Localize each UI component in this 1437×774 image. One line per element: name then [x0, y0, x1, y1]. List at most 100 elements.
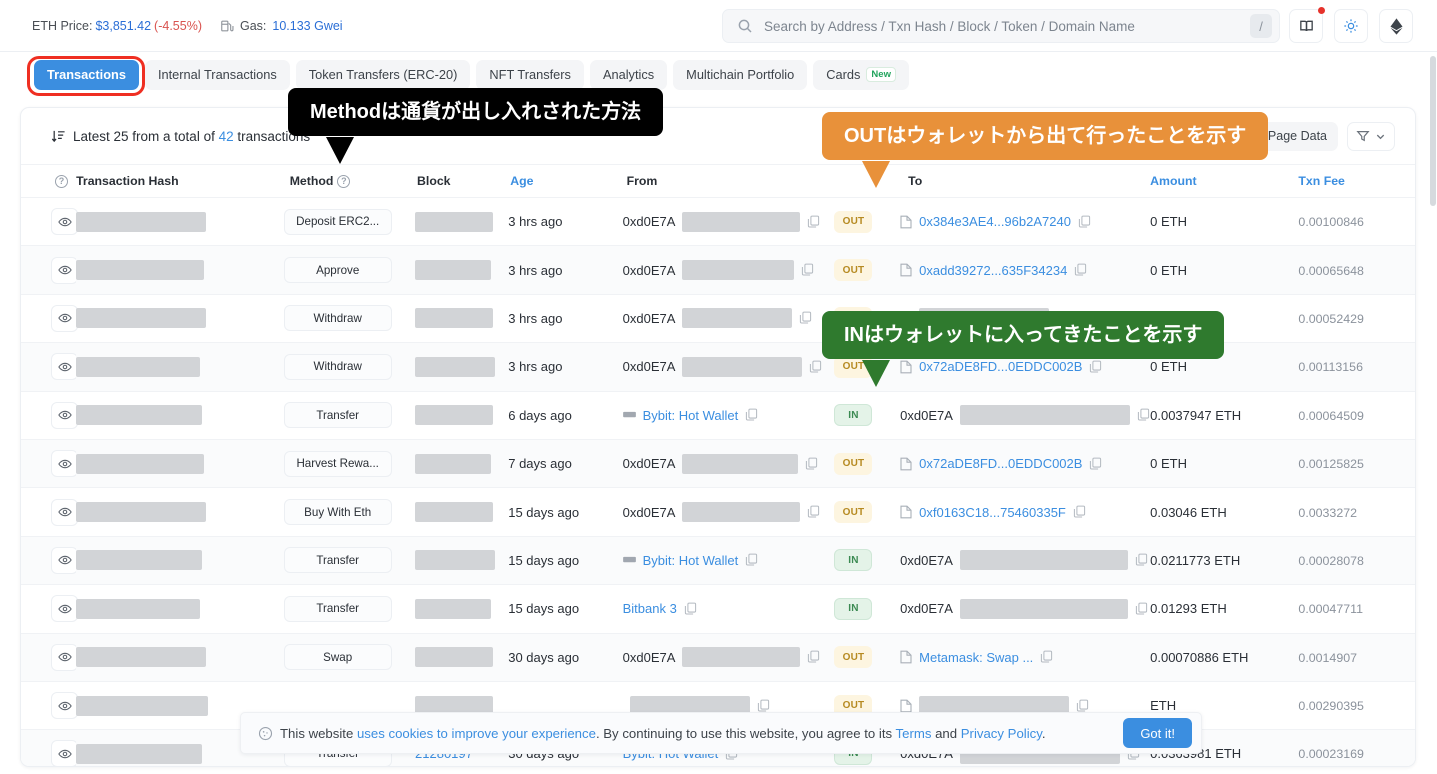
got-it-button[interactable]: Got it! [1123, 718, 1192, 748]
from-redacted [682, 211, 801, 232]
transaction-hash-redacted[interactable] [76, 695, 209, 716]
page-scrollbar[interactable] [1429, 52, 1437, 774]
tab-transactions[interactable]: Transactions [34, 59, 139, 90]
txn-fee-text: 0.00047711 [1298, 602, 1363, 617]
terms-link[interactable]: Terms [896, 726, 932, 741]
to-link[interactable]: 0xf0163C18...75460335F [919, 505, 1066, 520]
from-address[interactable]: 0xd0E7A [623, 505, 676, 520]
transaction-hash-redacted[interactable] [76, 647, 207, 668]
eth-price-value[interactable]: $3,851.42 [95, 19, 151, 33]
amount-text: ETH [1150, 698, 1177, 714]
view-details-button[interactable] [51, 643, 78, 671]
method-pill[interactable]: Transfer [283, 547, 392, 574]
from-address[interactable]: 0xd0E7A [623, 359, 676, 374]
transaction-hash-redacted[interactable] [76, 308, 207, 329]
view-details-button[interactable] [51, 401, 78, 429]
cell-eye [21, 584, 78, 634]
callout-out: OUTはウォレットから出て行ったことを示す [822, 112, 1269, 188]
transaction-hash-redacted[interactable] [76, 598, 201, 619]
transaction-hash-redacted[interactable] [76, 260, 205, 281]
col-amount[interactable]: Amount [1150, 164, 1299, 198]
method-pill[interactable]: Buy With Eth [283, 499, 392, 526]
to-link[interactable]: 0x384e3AE4...96b2A7240 [919, 214, 1071, 229]
method-pill[interactable]: Approve [283, 257, 392, 284]
view-details-button[interactable] [51, 692, 78, 720]
new-badge: New [866, 67, 896, 82]
transaction-hash-redacted[interactable] [76, 502, 207, 523]
from-link[interactable]: Bybit: Hot Wallet [643, 553, 739, 568]
method-pill[interactable]: Swap [283, 644, 392, 671]
view-details-button[interactable] [51, 450, 78, 478]
tab-nft-transfers[interactable]: NFT Transfers [476, 59, 584, 90]
from-address[interactable]: 0xd0E7A [623, 456, 676, 471]
notification-dot [1318, 7, 1325, 14]
transaction-hash-redacted[interactable] [76, 211, 207, 232]
view-details-button[interactable] [51, 256, 78, 284]
cell-to: 0xd0E7A [900, 536, 1151, 586]
to-link[interactable]: 0x72aDE8FD...0EDDC002B [919, 359, 1082, 374]
view-details-button[interactable] [51, 353, 78, 381]
transaction-hash-redacted[interactable] [76, 453, 205, 474]
tab-multichain-portfolio[interactable]: Multichain Portfolio [673, 59, 808, 90]
transaction-hash-redacted[interactable] [76, 550, 203, 571]
from-address[interactable]: 0xd0E7A [623, 263, 676, 278]
column-filter-button[interactable] [1347, 121, 1395, 151]
question-icon[interactable]: ? [55, 175, 68, 189]
block-redacted [415, 356, 496, 377]
col-txn-fee[interactable]: Txn Fee [1298, 164, 1415, 198]
from-link[interactable]: Bybit: Hot Wallet [643, 408, 739, 423]
txn-fee-text: 0.00125825 [1298, 457, 1364, 472]
transaction-hash-redacted[interactable] [76, 356, 201, 377]
amount-text: 0 ETH [1150, 262, 1187, 278]
search-input[interactable] [753, 18, 1250, 34]
to-link[interactable]: Metamask: Swap ... [919, 650, 1033, 665]
transaction-hash-redacted[interactable] [76, 405, 203, 426]
from-address[interactable]: 0xd0E7A [623, 650, 676, 665]
question-icon[interactable]: ? [337, 175, 351, 189]
from-address[interactable]: 0xd0E7A [623, 214, 676, 229]
result-total[interactable]: 42 [219, 129, 234, 144]
theme-toggle-button[interactable] [1334, 9, 1368, 43]
view-details-button[interactable] [51, 546, 78, 574]
to-address[interactable]: 0xd0E7A [900, 408, 953, 423]
from-link[interactable]: Bitbank 3 [623, 601, 677, 616]
tab-internal-transactions[interactable]: Internal Transactions [144, 59, 290, 90]
method-pill[interactable]: Withdraw [283, 305, 392, 332]
to-cell: Metamask: Swap ... [900, 650, 1150, 665]
view-details-button[interactable] [51, 740, 78, 766]
view-details-button[interactable] [51, 208, 78, 236]
method-pill[interactable]: Transfer [283, 402, 392, 429]
to-link[interactable]: 0x72aDE8FD...0EDDC002B [919, 456, 1082, 471]
block-redacted [415, 550, 496, 571]
privacy-policy-link[interactable]: Privacy Policy [961, 726, 1042, 741]
book-button[interactable] [1289, 7, 1325, 43]
tab-token-transfers[interactable]: Token Transfers (ERC-20) [295, 59, 471, 90]
view-details-button[interactable] [51, 498, 78, 526]
to-link[interactable]: 0xadd39272...635F34234 [919, 263, 1067, 278]
method-pill[interactable]: Harvest Rewa... [283, 450, 392, 477]
to-address[interactable]: 0xd0E7A [900, 601, 953, 616]
cell-to: 0xd0E7A [900, 391, 1151, 440]
cell-direction: IN [834, 536, 901, 586]
to-address[interactable]: 0xd0E7A [900, 553, 953, 568]
view-details-button[interactable] [51, 595, 78, 623]
ethereum-logo-button[interactable] [1379, 9, 1413, 43]
method-pill[interactable]: Transfer [283, 595, 392, 622]
gas-value[interactable]: 10.133 Gwei [272, 19, 342, 33]
tab-label: Token Transfers (ERC-20) [308, 67, 458, 82]
cell-age: 3 hrs ago [508, 294, 623, 344]
transaction-hash-redacted[interactable] [76, 743, 203, 764]
scrollbar-thumb[interactable] [1430, 56, 1436, 206]
cookie-policy-link[interactable]: uses cookies to improve your experience [357, 726, 596, 741]
search-bar[interactable]: / [722, 9, 1280, 43]
tab-cards[interactable]: Cards New [813, 59, 909, 90]
method-pill[interactable]: Withdraw [283, 353, 392, 380]
from-redacted [682, 502, 801, 523]
transactions-table: ? Transaction Hash Method? Block Age Fro… [21, 164, 1415, 766]
col-age[interactable]: Age [508, 164, 623, 198]
from-address[interactable]: 0xd0E7A [623, 311, 676, 326]
view-details-button[interactable] [51, 304, 78, 332]
tab-analytics[interactable]: Analytics [589, 59, 668, 90]
cell-amount: 0 ETH [1150, 245, 1299, 295]
method-pill[interactable]: Deposit ERC2... [283, 208, 392, 235]
